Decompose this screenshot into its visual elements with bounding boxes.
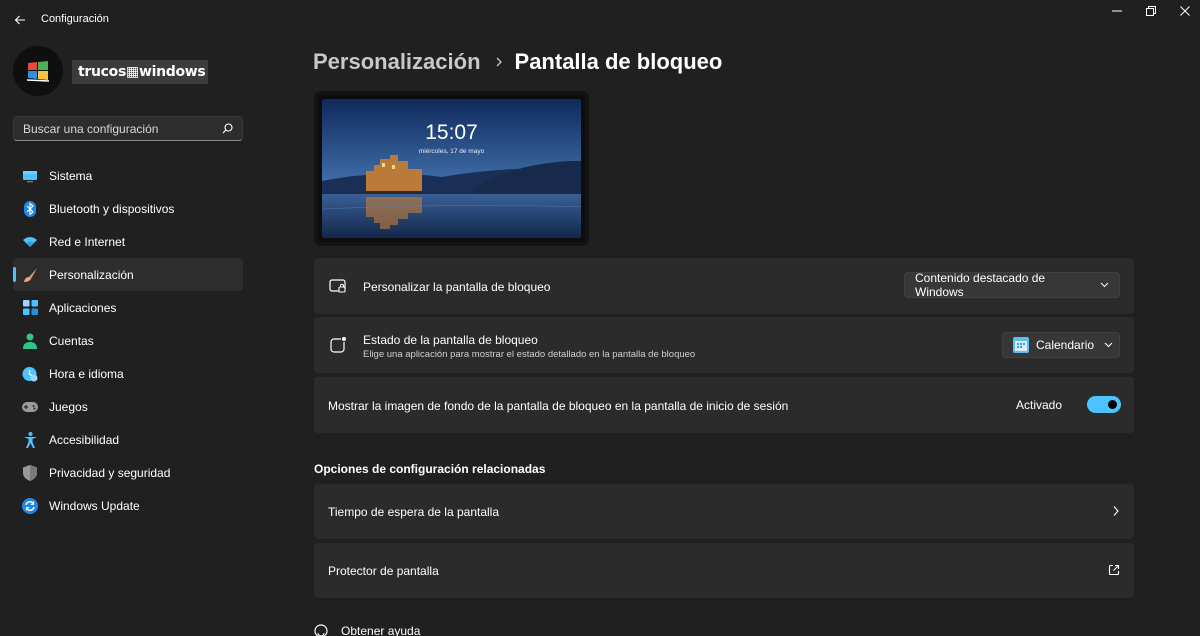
chevron-down-icon <box>1104 342 1113 348</box>
castle-landscape-image <box>322 99 581 238</box>
brush-icon <box>22 267 38 283</box>
sidebar-item-label: Cuentas <box>49 333 94 348</box>
wifi-icon <box>22 234 38 250</box>
accessibility-icon <box>22 431 38 448</box>
personalize-dropdown-value: Contenido destacado de Windows <box>915 271 1046 299</box>
sidebar-item-red[interactable]: Red e Internet <box>13 225 243 258</box>
sidebar-item-label: Windows Update <box>49 498 140 513</box>
close-button[interactable] <box>1167 2 1200 20</box>
related-item-screen-timeout[interactable]: Tiempo de espera de la pantalla <box>314 484 1134 539</box>
calendar-icon <box>1013 337 1029 353</box>
help-label: Obtener ayuda <box>341 624 421 636</box>
status-dropdown-value: Calendario <box>1036 338 1095 352</box>
lock-screen-preview: 15:07 miércoles, 17 de mayo <box>314 91 589 246</box>
system-icon <box>22 168 38 184</box>
setting-show-background-label: Mostrar la imagen de fondo de la pantall… <box>328 399 789 413</box>
sidebar-item-accesibilidad[interactable]: Accesibilidad <box>13 423 243 456</box>
time-language-icon <box>22 366 38 382</box>
sidebar-item-label: Sistema <box>49 168 93 183</box>
app-title: Configuración <box>41 13 109 25</box>
help-link[interactable]: Obtener ayuda <box>314 624 420 636</box>
trucoswindows-logo-icon <box>26 61 50 82</box>
sidebar-item-label: Hora e idioma <box>49 366 124 381</box>
sidebar-item-bluetooth[interactable]: Bluetooth y dispositivos <box>13 192 243 225</box>
help-icon <box>314 624 328 636</box>
sidebar-item-label: Privacidad y seguridad <box>49 465 171 480</box>
apps-icon <box>22 300 38 316</box>
sidebar-item-label: Aplicaciones <box>49 300 117 315</box>
related-item-label: Protector de pantalla <box>328 564 439 578</box>
back-arrow-icon <box>14 15 25 25</box>
sidebar-item-hora[interactable]: Hora e idioma <box>13 357 243 390</box>
preview-date: miércoles, 17 de mayo <box>418 148 485 155</box>
profile-logo: trucos▦windows <box>72 60 208 84</box>
external-link-icon <box>1108 563 1120 581</box>
logo-text: trucos▦windows <box>78 64 206 80</box>
breadcrumb: Personalización Pantalla de bloqueo <box>313 46 722 78</box>
related-settings-title: Opciones de configuración relacionadas <box>314 462 546 476</box>
accounts-icon <box>22 333 38 349</box>
status-dropdown[interactable]: Calendario <box>1002 332 1120 358</box>
sidebar-item-label: Personalización <box>49 267 134 282</box>
breadcrumb-parent[interactable]: Personalización <box>313 49 481 75</box>
setting-status-card: Estado de la pantalla de bloqueo Elige u… <box>314 317 1134 373</box>
toggle-knob <box>1108 400 1117 409</box>
lock-screen-icon <box>329 278 347 299</box>
search-icon[interactable] <box>222 123 233 134</box>
lock-screen-image: 15:07 miércoles, 17 de mayo <box>322 99 581 238</box>
sidebar-item-windows-update[interactable]: Windows Update <box>13 489 243 522</box>
chevron-right-icon <box>1112 504 1120 522</box>
setting-status-label: Estado de la pantalla de bloqueo <box>363 333 538 347</box>
related-item-label: Tiempo de espera de la pantalla <box>328 505 499 519</box>
close-icon <box>1180 6 1190 16</box>
avatar[interactable] <box>13 46 63 96</box>
search-input[interactable] <box>23 121 213 136</box>
setting-show-background-card: Mostrar la imagen de fondo de la pantall… <box>314 377 1134 433</box>
sidebar-item-personalizacion[interactable]: Personalización <box>13 258 243 291</box>
sidebar-item-cuentas[interactable]: Cuentas <box>13 324 243 357</box>
minimize-icon <box>1112 10 1122 12</box>
sidebar-item-label: Juegos <box>49 399 88 414</box>
setting-status-description: Elige una aplicación para mostrar el est… <box>363 349 696 360</box>
back-button[interactable] <box>8 8 32 32</box>
minimize-button[interactable] <box>1099 2 1135 20</box>
setting-personalize-label: Personalizar la pantalla de bloqueo <box>363 280 551 294</box>
restore-button[interactable] <box>1133 2 1169 20</box>
sidebar-item-privacidad[interactable]: Privacidad y seguridad <box>13 456 243 489</box>
preview-time: 15:07 <box>425 121 478 144</box>
personalize-dropdown[interactable]: Contenido destacado de Windows <box>904 271 1120 299</box>
shield-icon <box>22 464 38 481</box>
show-background-toggle[interactable] <box>1087 396 1121 413</box>
maximize-icon <box>1146 6 1156 16</box>
app-status-icon <box>329 336 347 359</box>
related-item-screensaver[interactable]: Protector de pantalla <box>314 543 1134 598</box>
chevron-down-icon <box>1100 282 1109 288</box>
bluetooth-icon <box>22 200 38 217</box>
sidebar-item-sistema[interactable]: Sistema <box>13 159 243 192</box>
gamepad-icon <box>22 399 38 415</box>
search-box[interactable] <box>13 116 243 141</box>
sidebar-item-label: Bluetooth y dispositivos <box>49 201 175 216</box>
sidebar-item-label: Red e Internet <box>49 234 126 249</box>
sidebar-nav: Sistema Bluetooth y dispositivos Red e I… <box>13 159 243 522</box>
title-bar: Configuración <box>0 0 1200 40</box>
update-icon <box>22 497 38 514</box>
sidebar-item-aplicaciones[interactable]: Aplicaciones <box>13 291 243 324</box>
chevron-right-icon <box>495 56 503 68</box>
sidebar-item-juegos[interactable]: Juegos <box>13 390 243 423</box>
setting-personalize-card: Personalizar la pantalla de bloqueo Cont… <box>314 258 1134 314</box>
page-title: Pantalla de bloqueo <box>514 49 723 74</box>
toggle-state-label: Activado <box>1016 398 1063 412</box>
sidebar-item-label: Accesibilidad <box>49 432 120 447</box>
